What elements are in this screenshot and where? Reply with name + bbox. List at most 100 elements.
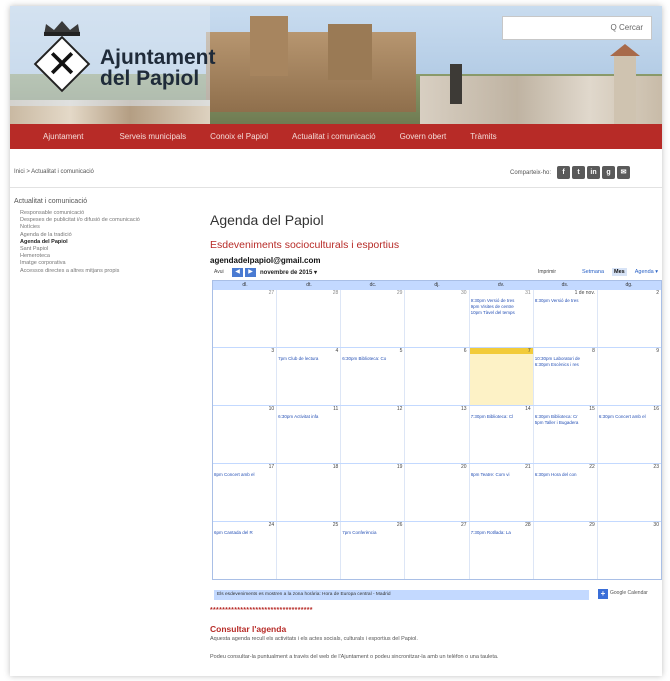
sidebar-item-noticies[interactable]: Notícies — [20, 224, 200, 231]
calendar-day[interactable]: 28 — [276, 290, 340, 347]
google-calendar-add-icon[interactable]: + — [598, 589, 608, 599]
calendar-day[interactable]: 27 — [404, 522, 468, 579]
calendar-event[interactable]: 6:30pm Biblioteca: Cr — [535, 414, 597, 419]
calendar-day[interactable]: 19 — [340, 464, 404, 521]
search-box[interactable]: Q Cercar — [502, 16, 652, 40]
calendar-event[interactable]: 9pm Visites de centre — [471, 304, 533, 309]
calendar-event[interactable]: 9:30pm Versió de tres — [471, 298, 533, 303]
calendar-event[interactable]: 5pm Taller i Bugadera — [535, 420, 597, 425]
linkedin-icon[interactable]: in — [587, 166, 601, 179]
calendar-day[interactable]: 27 — [213, 290, 276, 347]
calendar-day[interactable]: 29 — [532, 522, 597, 579]
calendar-day[interactable]: 18 — [276, 464, 340, 521]
calendar-day[interactable]: 30 — [404, 290, 468, 347]
calendar-event[interactable]: 6pm Cantada del R — [214, 530, 276, 535]
calendar-day[interactable]: 4 7pm Club de lectura — [276, 348, 340, 405]
calendar-event[interactable]: 7:30pm Rotllada: La — [471, 530, 533, 535]
calendar-day[interactable]: 14 7:30pm Biblioteca: Cl — [468, 406, 533, 463]
calendar-event[interactable]: 6:30pm Escènics i res — [535, 362, 597, 367]
sidebar-item-responsable[interactable]: Responsable comunicació — [20, 210, 200, 217]
day-number: 18 — [332, 464, 339, 470]
calendar-event[interactable]: 8:30pm Versió de tres — [535, 298, 597, 303]
sidebar-item-accessos[interactable]: Accessos directes a altres mitjans propi… — [20, 268, 200, 275]
sidebar-item-hemeroteca[interactable]: Hemeroteca — [20, 253, 200, 260]
calendar-day[interactable]: 6 — [404, 348, 468, 405]
facebook-icon[interactable]: f — [557, 166, 571, 179]
calendar-day[interactable]: 10 — [213, 406, 276, 463]
castle-photo — [206, 32, 416, 112]
day-number: 26 — [396, 522, 403, 528]
month-selector[interactable]: novembre de 2015 ▾ — [260, 269, 317, 276]
sidebar-title[interactable]: Actualitat i comunicació — [14, 198, 87, 205]
calendar-event[interactable]: 6:30pm Hora del con — [535, 472, 597, 477]
calendar-day[interactable]: 31 9:30pm Versió de tres 9pm Visites de ce… — [468, 290, 533, 347]
sidebar-item-despeses[interactable]: Despeses de publicitat i/o difusió de co… — [20, 217, 200, 224]
calendar-day[interactable]: 13 — [404, 406, 468, 463]
calendar-day[interactable]: 29 — [340, 290, 404, 347]
google-calendar-label[interactable]: Google Calendar — [610, 590, 648, 596]
calendar-day[interactable]: 24 6pm Cantada del R — [213, 522, 276, 579]
calendar-day[interactable]: 12 — [340, 406, 404, 463]
breadcrumb[interactable]: Inici > Actualitat i comunicació — [14, 169, 94, 175]
calendar-event[interactable]: 10pm Tàvel del temps — [471, 310, 533, 315]
calendar-event[interactable]: 7:30pm Biblioteca: Cl — [471, 414, 533, 419]
calendar-day[interactable]: 15 6:30pm Biblioteca: Cr 5pm Taller i Buga… — [532, 406, 597, 463]
calendar-day[interactable]: 21 8pm Teatre: Com vi — [468, 464, 533, 521]
sidebar-item-agenda-tradicio[interactable]: Agenda de la tradició — [20, 232, 200, 239]
calendar-event[interactable]: 10:30pm Laboratori de — [535, 356, 597, 361]
calendar-day[interactable]: 3 — [213, 348, 276, 405]
print-button[interactable]: Imprimir — [538, 269, 556, 275]
calendar-weeks: 27 28 29 30 31 9:30pm Versió de tres 9pm Visit… — [213, 289, 661, 579]
calendar-day[interactable]: 9 — [596, 348, 661, 405]
calendar-day[interactable]: 20 — [404, 464, 468, 521]
logo-panel[interactable]: ✕ Ajuntament del Papiol — [10, 6, 216, 106]
calendar-event[interactable]: 8pm Concert amb el — [214, 472, 276, 477]
today-button[interactable]: Avui — [214, 269, 224, 275]
calendar-event[interactable]: 6:30pm Concert amb el — [599, 414, 661, 419]
calendar-event[interactable]: 8pm Teatre: Com vi — [471, 472, 533, 477]
sidebar-item-sant-papiol[interactable]: Sant Papiol — [20, 246, 200, 253]
calendar-event[interactable]: 6:30pm Activitat infa — [278, 414, 340, 419]
day-number: 7 — [527, 348, 531, 354]
calendar-day[interactable]: 30 — [596, 522, 661, 579]
calendar-day[interactable]: 22 6:30pm Hora del con — [532, 464, 597, 521]
nav-item-tramits[interactable]: Tràmits — [458, 132, 508, 141]
calendar-day[interactable]: 11 6:30pm Activitat infa — [276, 406, 340, 463]
prev-month-button[interactable]: ◀ — [232, 268, 243, 277]
next-month-button[interactable]: ▶ — [245, 268, 256, 277]
calendar-day[interactable]: 16 6:30pm Concert amb el — [596, 406, 661, 463]
nav-item-coneix[interactable]: Conoix el Papiol — [198, 132, 280, 141]
day-number: 15 — [589, 406, 595, 412]
calendar-day[interactable]: 23 — [596, 464, 661, 521]
calendar-event[interactable]: 7pm Club de lectura — [278, 356, 340, 361]
main-nav: Ajuntament Serveis municipals Conoix el … — [10, 124, 662, 149]
calendar-day[interactable]: 1 de nov. 8:30pm Versió de tres — [532, 290, 597, 347]
email-icon[interactable]: ✉ — [617, 166, 631, 179]
view-agenda-tab[interactable]: Agenda ▾ — [633, 268, 660, 276]
view-week-tab[interactable]: Setmana — [580, 268, 606, 276]
calendar-day[interactable]: 8 10:30pm Laboratori de 6:30pm Escènics i … — [532, 348, 597, 405]
calendar-event[interactable]: 7pm Conferència — [342, 530, 404, 535]
calendar-day-today[interactable]: 7 — [468, 348, 533, 405]
day-number: 13 — [461, 406, 467, 412]
nav-item-ajuntament[interactable]: Ajuntament — [10, 132, 107, 141]
sidebar-item-imatge[interactable]: Imatge corporativa — [20, 260, 200, 267]
nav-item-actualitat[interactable]: Actualitat i comunicació — [280, 132, 388, 141]
nav-item-serveis[interactable]: Serveis municipals — [107, 132, 198, 141]
weekday-label: dc. — [369, 282, 377, 288]
google-plus-icon[interactable]: g — [602, 166, 616, 179]
calendar-day[interactable]: 28 7:30pm Rotllada: La — [468, 522, 533, 579]
sidebar-item-agenda-papiol[interactable]: Agenda del Papiol — [20, 239, 200, 246]
nav-item-govern[interactable]: Govern obert — [388, 132, 459, 141]
calendar-day[interactable]: 26 7pm Conferència — [340, 522, 404, 579]
calendar-event[interactable]: 6:30pm Biblioteca: Co — [342, 356, 404, 361]
site-title[interactable]: Ajuntament del Papiol — [100, 47, 216, 89]
day-number: 29 — [396, 290, 403, 296]
twitter-icon[interactable]: t — [572, 166, 586, 179]
calendar-day[interactable]: 2 — [596, 290, 661, 347]
calendar-week-row: 17 8pm Concert amb el 18 19 20 21 8pm Teatre: … — [213, 463, 661, 521]
view-month-tab[interactable]: Mes — [612, 268, 627, 276]
calendar-day[interactable]: 17 8pm Concert amb el — [213, 464, 276, 521]
calendar-day[interactable]: 25 — [276, 522, 340, 579]
calendar-day[interactable]: 5 6:30pm Biblioteca: Co — [340, 348, 404, 405]
